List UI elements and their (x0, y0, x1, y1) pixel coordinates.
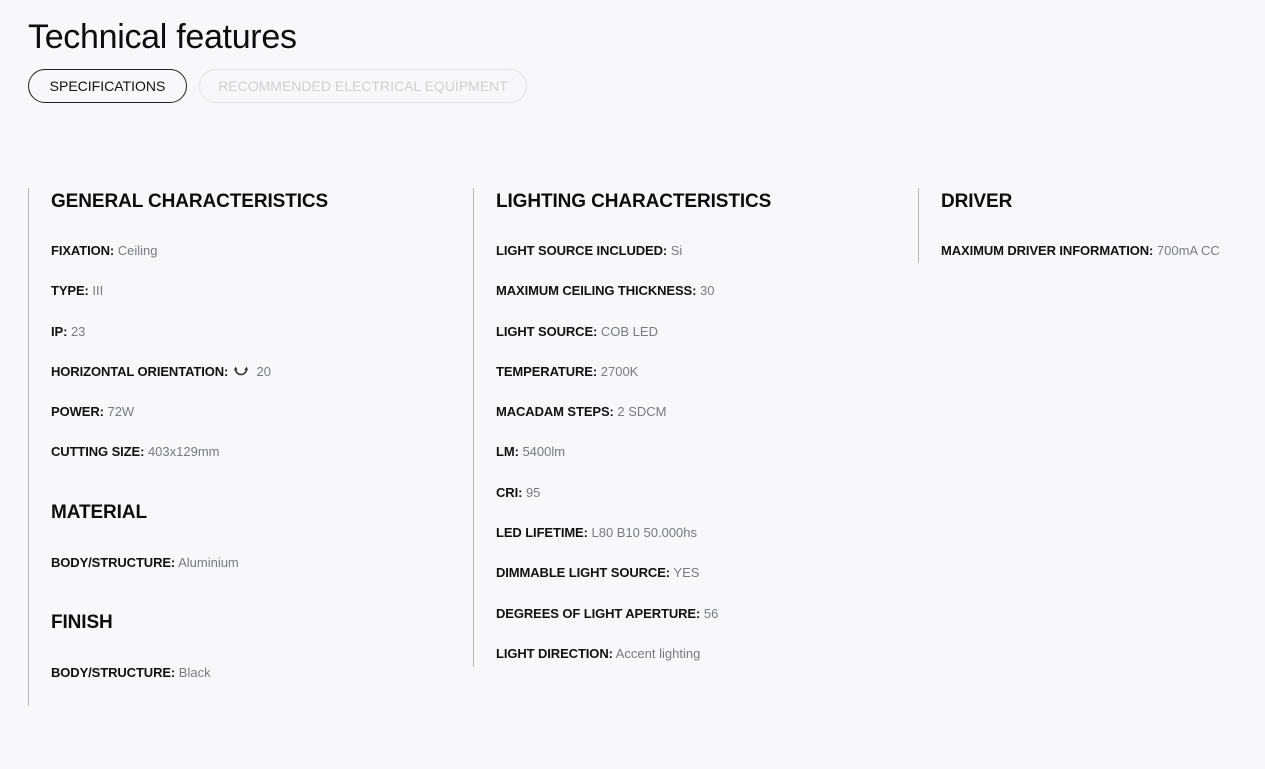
spec-row-finish-body-structure: BODY/STRUCTURE: Black (51, 665, 473, 705)
spec-value: 30 (699, 283, 715, 299)
tab-bar: SPECIFICATIONS RECOMMENDED ELECTRICAL EQ… (28, 69, 527, 103)
spec-value: L80 B10 50.000hs (591, 525, 698, 541)
spec-value: Si (670, 243, 683, 258)
spec-label: DIMMABLE LIGHT SOURCE: (496, 565, 671, 581)
tab-recommended-electrical-equipment[interactable]: RECOMMENDED ELECTRICAL EQUIPMENT (199, 69, 527, 103)
material-spec-list: BODY/STRUCTURE: Aluminium (51, 555, 473, 595)
spec-label: MAXIMUM CEILING THICKNESS: (496, 283, 697, 299)
spec-value: 2700K (600, 363, 639, 379)
spec-label: TYPE: (51, 283, 89, 299)
spec-label: LIGHT SOURCE INCLUDED: (496, 243, 668, 258)
spec-value: 5400lm (522, 444, 566, 460)
section-title-material: MATERIAL (51, 501, 147, 523)
spec-label: LIGHT DIRECTION: (496, 645, 613, 661)
general-column: GENERAL CHARACTERISTICS FIXATION: Ceilin… (28, 188, 473, 706)
rotation-arc-icon (233, 366, 248, 376)
spec-label: BODY/STRUCTURE: (51, 665, 176, 681)
spec-row-ip: IP: 23 (51, 324, 473, 364)
lighting-column: LIGHTING CHARACTERISTICS LIGHT SOURCE IN… (473, 188, 918, 667)
spec-label: POWER: (51, 404, 104, 420)
spec-row-light-direction: LIGHT DIRECTION: Accent lighting (496, 646, 918, 686)
tab-specifications[interactable]: SPECIFICATIONS (28, 69, 187, 103)
spec-label: LM: (496, 444, 519, 460)
spec-row-cutting-size: CUTTING SIZE: 403x129mm (51, 444, 473, 484)
spec-label: TEMPERATURE: (496, 363, 598, 379)
spec-value: 2 SDCM (617, 404, 667, 420)
spec-label: CRI: (496, 484, 523, 500)
spec-value: 72W (107, 404, 135, 420)
page-title: Technical features (28, 18, 297, 56)
general-spec-list: FIXATION: Ceiling TYPE: III IP: 23 HORIZ… (51, 243, 473, 485)
spec-value: Black (178, 665, 211, 681)
finish-spec-list: BODY/STRUCTURE: Black (51, 665, 473, 705)
spec-label: DEGREES OF LIGHT APERTURE: (496, 605, 701, 621)
spec-label: LED LIFETIME: (496, 525, 588, 541)
spec-row-fixation: FIXATION: Ceiling (51, 243, 473, 283)
section-title-finish: FINISH (51, 612, 113, 634)
spec-row-macadam-steps: MACADAM STEPS: 2 SDCM (496, 404, 918, 444)
spec-label: MAXIMUM DRIVER INFORMATION: (941, 243, 1154, 258)
spec-label: BODY/STRUCTURE: (51, 554, 176, 570)
lighting-spec-list: LIGHT SOURCE INCLUDED: Si MAXIMUM CEILIN… (496, 243, 918, 686)
spec-row-maximum-driver-information: MAXIMUM DRIVER INFORMATION: 700mA CC (941, 243, 1265, 283)
spec-row-light-source-included: LIGHT SOURCE INCLUDED: Si (496, 243, 918, 283)
spec-row-cri: CRI: 95 (496, 485, 918, 525)
spec-row-power: POWER: 72W (51, 404, 473, 444)
spec-row-material-body-structure: BODY/STRUCTURE: Aluminium (51, 555, 473, 595)
spec-label: IP: (51, 323, 68, 339)
spec-value: YES (673, 565, 700, 581)
spec-value: 56 (703, 605, 719, 621)
spec-value: COB LED (600, 323, 658, 339)
spec-row-temperature: TEMPERATURE: 2700K (496, 364, 918, 404)
spec-value: III (92, 283, 104, 299)
spec-value: 403x129mm (147, 444, 220, 460)
spec-value: 95 (525, 484, 541, 500)
driver-spec-list: MAXIMUM DRIVER INFORMATION: 700mA CC (941, 243, 1265, 283)
spec-label: HORIZONTAL ORIENTATION: (51, 363, 229, 379)
spec-value: Accent lighting (615, 645, 701, 661)
spec-row-dimmable-light-source: DIMMABLE LIGHT SOURCE: YES (496, 565, 918, 605)
spec-row-horizontal-orientation: HORIZONTAL ORIENTATION: 20 (51, 364, 473, 404)
driver-column: DRIVER MAXIMUM DRIVER INFORMATION: 700mA… (918, 188, 1265, 263)
spec-row-lm: LM: 5400lm (496, 444, 918, 484)
spec-label: LIGHT SOURCE: (496, 323, 598, 339)
spec-row-type: TYPE: III (51, 283, 473, 323)
spec-label: CUTTING SIZE: (51, 444, 145, 460)
section-title-general: GENERAL CHARACTERISTICS (51, 191, 329, 212)
spec-label: MACADAM STEPS: (496, 404, 614, 420)
spec-row-led-lifetime: LED LIFETIME: L80 B10 50.000hs (496, 525, 918, 565)
spec-value: Ceiling (117, 243, 158, 258)
spec-value: 23 (70, 323, 86, 339)
spec-value: 700mA CC (1156, 243, 1220, 258)
spec-row-degrees-of-light-aperture: DEGREES OF LIGHT APERTURE: 56 (496, 606, 918, 646)
spec-label: FIXATION: (51, 243, 115, 258)
spec-value: 20 (256, 363, 271, 379)
section-title-driver: DRIVER (941, 191, 1013, 212)
spec-row-maximum-ceiling-thickness: MAXIMUM CEILING THICKNESS: 30 (496, 283, 918, 323)
spec-value: Aluminium (178, 554, 239, 570)
spec-row-light-source: LIGHT SOURCE: COB LED (496, 324, 918, 364)
section-title-lighting: LIGHTING CHARACTERISTICS (496, 191, 772, 212)
